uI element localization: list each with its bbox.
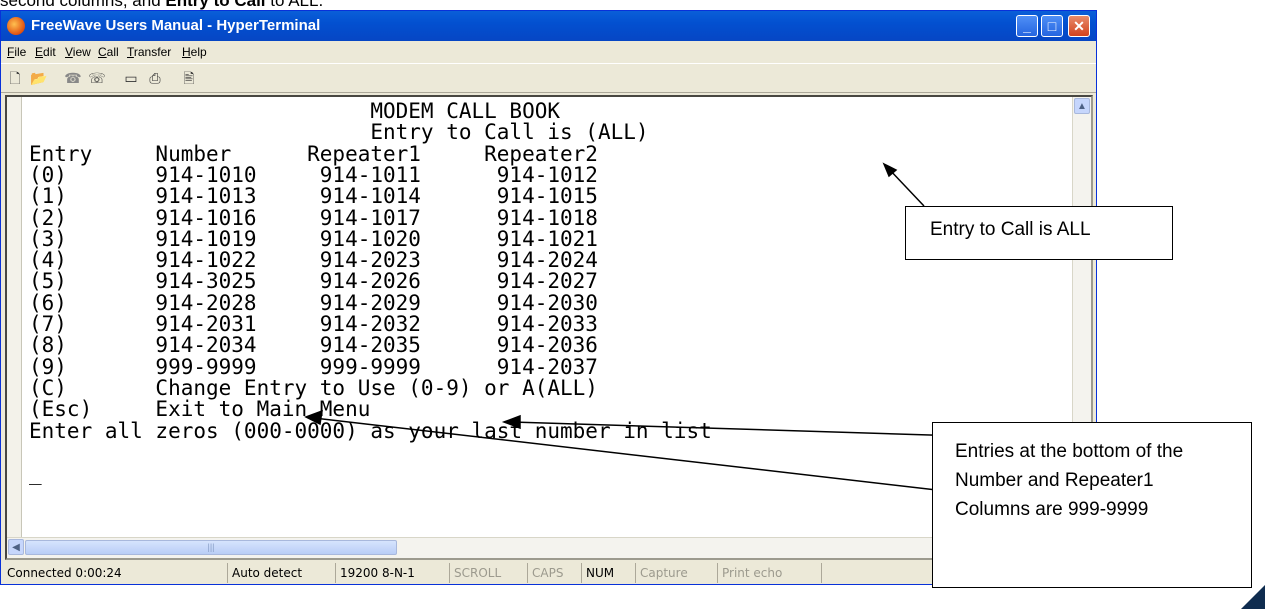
menu-file[interactable]: File (7, 45, 26, 59)
terminal-line: MODEM CALL BOOK (29, 99, 561, 123)
status-connected: Connected 0:00:24 (7, 566, 122, 580)
toolbar: 🗋 📂 ☎ ☏ ▭ ⎙ 🖹 (1, 63, 1096, 93)
status-scroll: SCROLL (449, 563, 501, 583)
receive-icon[interactable]: ⎙ (145, 69, 165, 87)
terminal-line: Entry Number Repeater1 Repeater2 (29, 141, 598, 166)
close-button[interactable]: ✕ (1068, 15, 1090, 37)
menu-call[interactable]: Call (98, 45, 119, 59)
properties-icon[interactable]: 🖹 (179, 69, 199, 87)
callout-entry-all: Entry to Call is ALL (905, 206, 1173, 260)
status-detect: Auto detect (227, 563, 302, 583)
title-bar[interactable]: FreeWave Users Manual - HyperTerminal _ … (1, 11, 1096, 41)
terminal-text[interactable]: MODEM CALL BOOK Entry to Call is (ALL) En… (29, 97, 1059, 537)
window-title: FreeWave Users Manual - HyperTerminal (31, 17, 321, 34)
new-icon[interactable]: 🗋 (5, 69, 25, 87)
terminal-gutter (7, 97, 22, 537)
scroll-up-icon[interactable]: ▲ (1074, 98, 1090, 114)
horizontal-scrollbar[interactable]: ◀ ||| ▶ (7, 537, 1073, 558)
terminal-line: (0) 914-1010 914-1011 914-1012 (29, 162, 598, 187)
status-print-echo: Print echo (717, 563, 782, 583)
status-settings: 19200 8-N-1 (335, 563, 415, 583)
disconnect-icon[interactable]: ☎ (63, 69, 83, 87)
terminal-line: (7) 914-2031 914-2032 914-2033 (29, 312, 598, 336)
dial-icon[interactable]: ☏ (87, 69, 107, 87)
minimize-button[interactable]: _ (1016, 15, 1038, 37)
send-icon[interactable]: ▭ (121, 69, 141, 87)
menu-edit[interactable]: Edit (35, 45, 56, 59)
terminal-line: (6) 914-2028 914-2029 914-2030 (29, 290, 598, 315)
hyperterminal-app-icon[interactable] (7, 17, 25, 35)
scroll-left-icon[interactable]: ◀ (8, 539, 24, 555)
open-icon[interactable]: 📂 (29, 69, 49, 87)
callout-entries-bottom: Entries at the bottom of the Number and … (932, 422, 1252, 588)
status-caps: CAPS (527, 563, 563, 583)
terminal-area[interactable]: MODEM CALL BOOK Entry to Call is (ALL) En… (5, 95, 1093, 560)
menu-help[interactable]: Help (182, 45, 207, 59)
menu-view[interactable]: View (65, 45, 91, 59)
terminal-line: (4) 914-1022 914-2023 914-2024 (29, 248, 598, 273)
maximize-button[interactable]: □ (1041, 15, 1063, 37)
terminal-line: (8) 914-2034 914-2035 914-2036 (29, 333, 598, 358)
terminal-line: (2) 914-1016 914-1017 914-1018 (29, 205, 598, 230)
horizontal-scroll-thumb[interactable]: ||| (25, 540, 397, 555)
status-num: NUM (581, 563, 614, 583)
page-corner (1241, 585, 1265, 609)
terminal-line: (Esc) Exit to Main Menu (29, 397, 371, 422)
menu-bar: File Edit View Call Transfer Help (1, 42, 1096, 62)
terminal-line: Entry to Call is (ALL) (29, 120, 649, 145)
terminal-line: (C) Change Entry to Use (0-9) or A(ALL) (29, 375, 598, 400)
terminal-line: (1) 914-1013 914-1014 914-1015 (29, 184, 598, 209)
status-capture: Capture (635, 563, 688, 583)
terminal-line: (5) 914-3025 914-2026 914-2027 (29, 269, 598, 294)
terminal-line: _ (29, 461, 42, 486)
terminal-line: Enter all zeros (000-0000) as your last … (29, 418, 712, 443)
terminal-line: (9) 999-9999 999-9999 914-2037 (29, 354, 598, 379)
terminal-line: (3) 914-1019 914-1020 914-1021 (29, 226, 598, 251)
menu-transfer[interactable]: Transfer (127, 45, 171, 59)
